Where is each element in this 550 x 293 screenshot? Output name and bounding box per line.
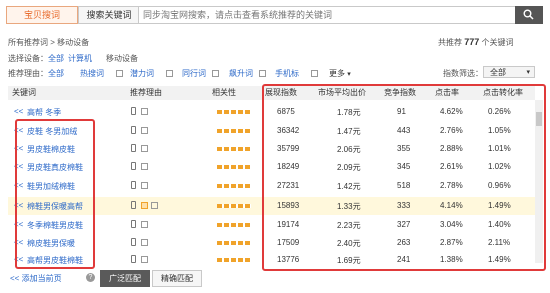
pc-icon <box>141 163 148 170</box>
mobile-icon <box>131 144 136 152</box>
mobile-icon <box>131 255 136 263</box>
breadcrumb: 所有推荐词 > 移动设备 <box>8 37 89 48</box>
help-icon[interactable]: ? <box>86 273 95 282</box>
mobile-icon <box>131 162 136 170</box>
relevance-bar <box>217 241 251 245</box>
mobile-icon <box>131 220 136 228</box>
device-mobile[interactable]: 移动设备 <box>106 53 138 64</box>
col-relevance[interactable]: 相关性 <box>212 86 236 100</box>
relevance-bar <box>217 110 251 114</box>
pc-icon <box>151 202 158 209</box>
info-icon <box>166 70 173 77</box>
col-reason: 推荐理由 <box>130 88 162 97</box>
chevron-down-icon: ▾ <box>347 71 351 78</box>
add-current-page-link[interactable]: << 添加当前页 <box>10 273 62 284</box>
relevance-bar <box>217 204 251 208</box>
search-icon <box>523 9 534 20</box>
reason-peer[interactable]: 同行词 <box>182 68 206 79</box>
search-box[interactable] <box>138 6 517 24</box>
info-icon <box>212 70 219 77</box>
relevance-bar <box>217 165 251 169</box>
tab-product-search[interactable]: 宝贝搜词 <box>6 6 78 24</box>
broad-match-button[interactable]: 广泛匹配 <box>100 270 150 287</box>
device-computer[interactable]: 计算机 <box>68 53 92 64</box>
breadcrumb-current: 移动设备 <box>57 38 90 47</box>
device-label: 选择设备： <box>8 54 48 63</box>
reason-hot[interactable]: 热搜词 <box>80 68 104 79</box>
mobile-icon <box>131 107 136 115</box>
relevance-bar <box>217 184 251 188</box>
mobile-icon <box>131 181 136 189</box>
device-all[interactable]: 全部 <box>48 53 64 64</box>
reason-rising[interactable]: 飙升词 <box>229 68 253 79</box>
info-icon <box>311 70 318 77</box>
reason-mobile[interactable]: 手机标 <box>275 68 299 79</box>
metric-label: 指数筛选： <box>443 69 483 78</box>
pc-icon <box>141 239 148 246</box>
hot-icon <box>141 202 148 209</box>
mobile-icon <box>131 126 136 134</box>
reason-all[interactable]: 全部 <box>48 68 64 79</box>
breadcrumb-sep: > <box>50 38 55 47</box>
pc-icon <box>141 256 148 263</box>
chevron-down-icon: ▾ <box>526 69 530 76</box>
pc-icon <box>141 108 148 115</box>
info-icon <box>259 70 266 77</box>
metrics-highlight-box <box>262 84 546 271</box>
breadcrumb-root[interactable]: 所有推荐词 <box>8 38 48 47</box>
result-count: 共推荐 777 个关键词 <box>438 37 514 47</box>
pc-icon <box>141 127 148 134</box>
pc-icon <box>141 145 148 152</box>
reason-label: 推荐理由： <box>8 69 48 78</box>
more-button[interactable]: 更多 ▾ <box>329 68 351 79</box>
info-icon <box>116 70 123 77</box>
relevance-bar <box>217 129 251 133</box>
pc-icon <box>141 221 148 228</box>
search-input[interactable] <box>139 7 517 23</box>
mobile-icon <box>131 238 136 246</box>
search-button[interactable] <box>515 6 543 24</box>
relevance-bar <box>217 147 251 151</box>
col-keyword: 关键词 <box>12 88 36 97</box>
mobile-icon <box>131 201 136 209</box>
reason-potential[interactable]: 潜力词 <box>130 68 154 79</box>
exact-match-button[interactable]: 精确匹配 <box>152 270 202 287</box>
metric-select[interactable]: 全部 ▾ <box>483 66 535 78</box>
relevance-bar <box>217 223 251 227</box>
keyword-highlight-box <box>15 119 95 269</box>
pc-icon <box>141 182 148 189</box>
relevance-bar <box>217 258 251 262</box>
tab-keyword-search[interactable]: 搜索关键词 <box>78 6 140 24</box>
